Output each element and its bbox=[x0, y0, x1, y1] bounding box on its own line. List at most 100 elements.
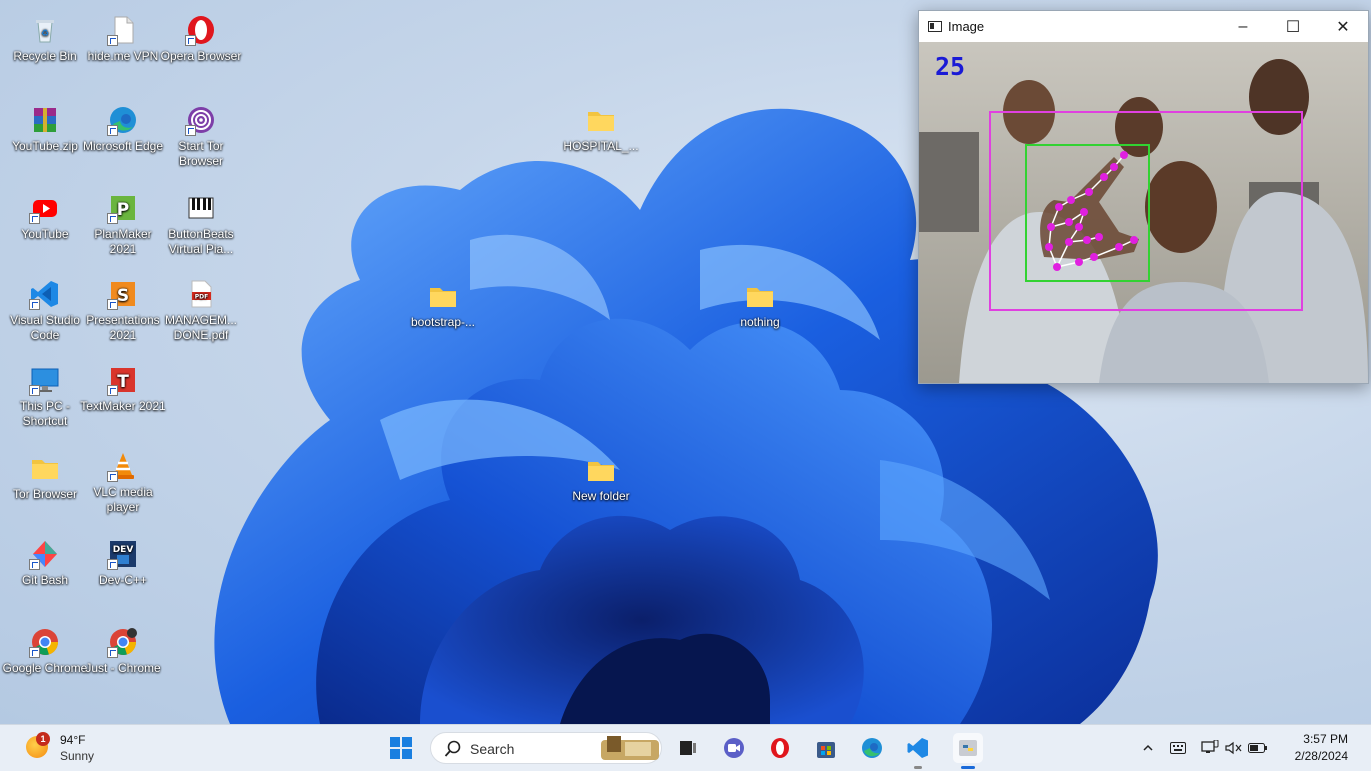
taskbar-store[interactable] bbox=[811, 733, 841, 763]
desktop-icon-presentations[interactable]: S Presentations 2021 bbox=[80, 278, 166, 343]
minimize-button[interactable]: – bbox=[1218, 11, 1268, 42]
svg-text:P: P bbox=[117, 200, 129, 220]
planmaker-icon: P bbox=[107, 192, 139, 224]
webcam-feed: 25 bbox=[919, 42, 1368, 383]
desktop-icon-buttonbeats[interactable]: ButtonBeats Virtual Pia... bbox=[158, 192, 244, 257]
finger-count-label: 25 bbox=[935, 52, 966, 81]
taskbar-search-box[interactable]: Search bbox=[430, 732, 662, 764]
task-view-icon bbox=[680, 741, 696, 755]
svg-text:♻: ♻ bbox=[41, 28, 49, 38]
window-title: Image bbox=[948, 19, 985, 34]
pdf-icon: PDF bbox=[185, 278, 217, 310]
folder-icon bbox=[585, 104, 617, 136]
chevron-up-icon bbox=[1143, 744, 1153, 751]
desktop-icon-label: Git Bash bbox=[21, 573, 69, 587]
clock-time[interactable]: 3:57 PM bbox=[1298, 732, 1348, 746]
volume-muted-icon bbox=[1225, 741, 1242, 755]
desktop-icon-planmaker[interactable]: P PlanMaker 2021 bbox=[80, 192, 166, 257]
desktop-icon-label: Visual Studio Code bbox=[10, 313, 80, 342]
monitor-icon bbox=[29, 364, 61, 396]
weather-condition: Sunny bbox=[60, 749, 95, 763]
clock-date[interactable]: 2/28/2024 bbox=[1280, 749, 1348, 763]
desktop-icon-vscode[interactable]: Visual Studio Code bbox=[2, 278, 88, 343]
desktop-icon-opera[interactable]: Opera Browser bbox=[158, 14, 244, 64]
opera-icon bbox=[185, 14, 217, 46]
search-placeholder: Search bbox=[470, 741, 515, 757]
show-hidden-icons-button[interactable] bbox=[1136, 733, 1160, 763]
taskbar-task-view[interactable] bbox=[673, 733, 703, 763]
git-bash-icon bbox=[29, 538, 61, 570]
desktop-icon-label: Google Chrome bbox=[2, 661, 88, 675]
weather-widget[interactable]: 1 94°F Sunny bbox=[26, 732, 126, 766]
desktop-icon-nothing-folder[interactable]: nothing bbox=[717, 280, 803, 330]
volume-button[interactable] bbox=[1222, 733, 1246, 763]
svg-text:T: T bbox=[117, 372, 129, 392]
blank-file-icon bbox=[107, 14, 139, 46]
desktop-icon-vlc[interactable]: VLC media player bbox=[80, 450, 166, 515]
close-button[interactable]: ✕ bbox=[1318, 11, 1368, 42]
desktop-icon-git-bash[interactable]: Git Bash bbox=[2, 538, 88, 588]
vscode-icon bbox=[29, 278, 61, 310]
recycle-bin-icon: ♻ bbox=[29, 14, 61, 46]
battery-icon bbox=[1248, 743, 1267, 753]
desktop-icon-label: PlanMaker 2021 bbox=[94, 227, 152, 256]
youtube-icon bbox=[29, 192, 61, 224]
desktop-icon-just-chrome[interactable]: Just - Chrome bbox=[80, 626, 166, 676]
desktop-icon-hideme-vpn[interactable]: hide.me VPN bbox=[80, 14, 166, 64]
desktop-icon-label: New folder bbox=[572, 489, 630, 503]
taskbar-edge[interactable] bbox=[857, 733, 887, 763]
start-windows-icon bbox=[390, 737, 412, 759]
svg-text:PDF: PDF bbox=[195, 294, 208, 301]
desktop[interactable]: ♻ Recycle Bin YouTube.zip YouTube Visual… bbox=[0, 0, 1371, 724]
maximize-button[interactable]: ☐ bbox=[1268, 11, 1318, 42]
desktop-icon-label: Presentations 2021 bbox=[86, 313, 160, 342]
winrar-archive-icon bbox=[29, 104, 61, 136]
taskbar-zoom[interactable] bbox=[719, 733, 749, 763]
desktop-icon-label: Microsoft Edge bbox=[82, 139, 164, 153]
vscode-icon bbox=[907, 738, 928, 758]
folder-icon bbox=[585, 454, 617, 486]
desktop-icon-dev-cpp[interactable]: DEV Dev-C++ bbox=[80, 538, 166, 588]
desktop-icon-label: This PC - Shortcut bbox=[19, 399, 70, 428]
desktop-icon-label: Tor Browser bbox=[12, 487, 77, 501]
desktop-icon-pdf-file[interactable]: PDF MANAGEM... DONE.pdf bbox=[158, 278, 244, 343]
desktop-icon-label: MANAGEM... DONE.pdf bbox=[164, 313, 237, 342]
desktop-icon-tor-browser-folder[interactable]: Tor Browser bbox=[2, 452, 88, 502]
taskbar-opera[interactable] bbox=[765, 733, 795, 763]
window-titlebar[interactable]: Image – ☐ ✕ bbox=[919, 11, 1368, 42]
desktop-icon-label: Start Tor Browser bbox=[178, 139, 224, 168]
taskbar-vscode[interactable] bbox=[903, 733, 933, 769]
dev-cpp-icon: DEV bbox=[107, 538, 139, 570]
presentations-icon: S bbox=[107, 278, 139, 310]
desktop-icon-youtube[interactable]: YouTube bbox=[2, 192, 88, 242]
desktop-icon-this-pc[interactable]: This PC - Shortcut bbox=[2, 364, 88, 429]
opera-icon bbox=[771, 738, 789, 758]
python-icon bbox=[959, 740, 977, 756]
desktop-icon-textmaker[interactable]: T TextMaker 2021 bbox=[80, 364, 166, 414]
edge-icon bbox=[107, 104, 139, 136]
desktop-icon-hospital-folder[interactable]: HOSPITAL_... bbox=[558, 104, 644, 154]
start-button[interactable] bbox=[386, 733, 416, 763]
window-app-icon bbox=[928, 21, 942, 32]
touch-keyboard-button[interactable] bbox=[1166, 733, 1190, 763]
store-bag-icon bbox=[817, 742, 835, 758]
svg-text:S: S bbox=[117, 286, 129, 306]
network-status-button[interactable] bbox=[1198, 733, 1222, 763]
desktop-icon-bootstrap-folder[interactable]: bootstrap-... bbox=[400, 280, 486, 330]
desktop-icon-label: ButtonBeats Virtual Pia... bbox=[168, 227, 234, 256]
desktop-icon-google-chrome[interactable]: Google Chrome bbox=[2, 626, 88, 676]
taskbar-python[interactable] bbox=[953, 733, 983, 769]
widgets-news-icon bbox=[601, 736, 659, 760]
desktop-icon-label: hide.me VPN bbox=[87, 49, 159, 63]
piano-icon bbox=[185, 192, 217, 224]
battery-button[interactable] bbox=[1246, 733, 1270, 763]
desktop-icon-label: VLC media player bbox=[93, 485, 153, 514]
image-window[interactable]: Image – ☐ ✕ 25 bbox=[918, 10, 1369, 384]
desktop-icon-microsoft-edge[interactable]: Microsoft Edge bbox=[80, 104, 166, 154]
desktop-icon-youtube-zip[interactable]: YouTube.zip bbox=[2, 104, 88, 154]
desktop-icon-start-tor[interactable]: Start Tor Browser bbox=[158, 104, 244, 169]
desktop-icon-recycle-bin[interactable]: ♻ Recycle Bin bbox=[2, 14, 88, 64]
folder-icon bbox=[744, 280, 776, 312]
desktop-icon-new-folder[interactable]: New folder bbox=[558, 454, 644, 504]
webcam-frame bbox=[919, 42, 1368, 383]
